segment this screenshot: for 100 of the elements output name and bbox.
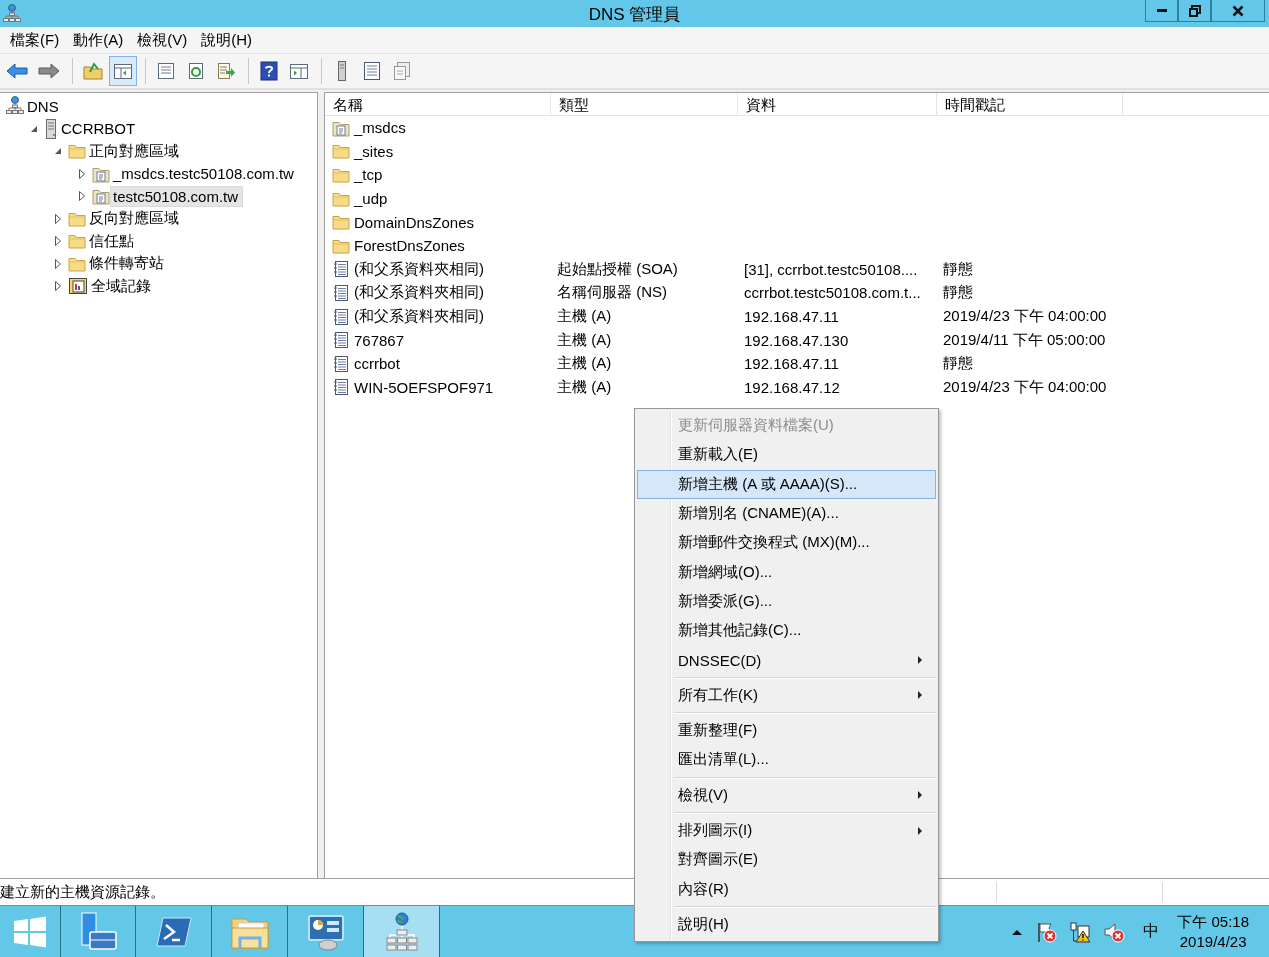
menu-item[interactable]: 內容(R)	[637, 874, 936, 904]
menu-item[interactable]: 新增其他記錄(C)...	[637, 616, 936, 646]
expand-arrow-icon[interactable]	[52, 212, 64, 225]
table-cell: 靜態	[943, 283, 973, 301]
input-method-indicator[interactable]: 中	[1143, 921, 1160, 942]
tree-item[interactable]: DNS	[24, 95, 64, 117]
minimize-button[interactable]	[1145, 0, 1178, 22]
menu-item[interactable]: 檢視(V)	[130, 28, 195, 52]
table-cell: 2019/4/23 下午 04:00:00	[943, 377, 1107, 395]
tree-item[interactable]: 反向對應區域	[86, 207, 184, 231]
menu-item[interactable]: 說明(H)	[194, 28, 259, 52]
tree-item[interactable]: 正向對應區域	[86, 139, 184, 163]
expand-arrow-icon[interactable]	[52, 235, 64, 248]
tree-item[interactable]: 全域記錄	[88, 274, 156, 298]
tree-item[interactable]: CCRRBOT	[58, 118, 141, 140]
folder-up-arrow-icon	[83, 62, 103, 80]
expand-arrow-icon[interactable]	[76, 190, 88, 203]
table-cell: 192.168.47.130	[744, 331, 849, 349]
table-cell: 靜態	[943, 354, 973, 372]
menu-item[interactable]: 新增主機 (A 或 AAAA)(S)...	[637, 469, 936, 499]
table-cell: 主機 (A)	[557, 330, 612, 348]
tree-item[interactable]: _msdcs.testc50108.com.tw	[110, 163, 299, 185]
table-cell[interactable]: DomainDnsZones	[354, 213, 475, 231]
network-warning-icon[interactable]	[1069, 920, 1092, 943]
table-cell[interactable]: _sites	[354, 142, 394, 160]
menu-item[interactable]: 重新整理(F)	[637, 715, 936, 746]
column-header[interactable]: 類型	[551, 93, 738, 115]
clock-time[interactable]: 下午 05:18	[1177, 911, 1249, 932]
table-cell: 2019/4/11 下午 05:00:00	[943, 330, 1106, 348]
menu-item[interactable]: 新增別名 (CNAME)(A)...	[637, 498, 936, 529]
table-cell: 起始點授權 (SOA)	[557, 259, 678, 277]
table-cell[interactable]: WIN-5OEFSPOF971	[354, 378, 494, 396]
window-title: DNS 管理員	[588, 4, 681, 26]
record-icon	[333, 378, 349, 397]
menu-item[interactable]: 重新載入(E)	[637, 440, 936, 470]
menu-item[interactable]: 所有工作(K)	[637, 680, 936, 710]
menu-item[interactable]: 匯出清單(L)...	[637, 745, 936, 775]
menu-item[interactable]: 新增委派(G)...	[637, 586, 936, 617]
server-manager-button[interactable]	[60, 906, 136, 957]
table-cell: 主機 (A)	[557, 307, 612, 325]
folder-icon	[332, 143, 350, 160]
table-cell[interactable]: _udp	[354, 190, 388, 208]
table-cell: 主機 (A)	[557, 354, 612, 372]
dns-manager-button[interactable]	[364, 906, 440, 957]
table-cell: 名稱伺服器 (NS)	[557, 283, 667, 301]
record-icon	[333, 331, 349, 350]
minimize-icon	[1156, 9, 1167, 12]
table-cell[interactable]: 767867	[354, 331, 405, 349]
table-cell[interactable]: ccrrbot	[354, 355, 400, 373]
table-cell[interactable]: ForestDnsZones	[354, 237, 465, 255]
expand-arrow-icon[interactable]	[52, 257, 64, 270]
table-cell[interactable]: _msdcs	[354, 119, 406, 137]
menu-item[interactable]: DNSSEC(D)	[637, 645, 936, 675]
refresh-icon	[186, 62, 206, 80]
expand-arrow-icon[interactable]	[76, 167, 88, 180]
folder-icon	[68, 255, 86, 272]
dns-icon	[6, 96, 24, 117]
table-cell: ccrrbot.testc50108.com.t...	[744, 284, 921, 302]
server-icon	[44, 118, 58, 139]
speaker-muted-icon[interactable]	[1103, 920, 1126, 943]
log-book-icon	[68, 277, 88, 296]
restore-icon	[1188, 4, 1201, 17]
folder-icon	[68, 210, 86, 227]
table-cell: 主機 (A)	[557, 377, 612, 395]
table-cell: 192.168.47.11	[744, 355, 839, 373]
tree-item[interactable]: 條件轉寄站	[86, 252, 169, 276]
folder-icon	[332, 190, 350, 207]
folder-icon	[332, 167, 350, 183]
menu-item[interactable]: 動作(A)	[66, 28, 131, 52]
tree-item[interactable]: 信任點	[86, 229, 139, 253]
table-cell[interactable]: _tcp	[354, 166, 383, 184]
table-cell: 192.168.47.11	[744, 308, 839, 326]
menu-item[interactable]: 檔案(F)	[3, 28, 67, 52]
right-arrow-icon	[38, 62, 60, 80]
restore-button[interactable]	[1178, 0, 1211, 22]
windows-logo-icon	[13, 915, 47, 948]
show-console-tree-button[interactable]	[109, 56, 137, 86]
list-icon	[363, 61, 381, 81]
column-header[interactable]: 時間戳記	[937, 93, 1123, 115]
server-icon	[336, 61, 348, 81]
column-header[interactable]: 資料	[738, 93, 937, 115]
menu-item[interactable]: 新增郵件交換程式 (MX)(M)...	[637, 528, 936, 558]
table-cell[interactable]: (和父系資料夾相同)	[354, 307, 484, 327]
close-button[interactable]	[1211, 0, 1265, 22]
menu-item[interactable]: 排列圖示(I)	[637, 815, 936, 846]
export-icon	[216, 62, 236, 80]
clock-date[interactable]: 2019/4/23	[1179, 931, 1247, 952]
flag-error-icon[interactable]	[1035, 920, 1058, 943]
menu-item[interactable]: 新增網域(O)...	[637, 557, 936, 587]
tree-item[interactable]: testc50108.com.tw	[110, 185, 244, 207]
table-cell[interactable]: (和父系資料夾相同)	[354, 283, 484, 303]
menu-item[interactable]: 對齊圖示(E)	[637, 845, 936, 875]
menu-item[interactable]: 說明(H)	[637, 909, 936, 940]
status-text: 建立新的主機資源記錄。	[0, 882, 165, 902]
menu-item[interactable]: 檢視(V)	[637, 780, 936, 810]
expand-arrow-icon[interactable]	[52, 280, 64, 293]
column-header[interactable]: 名稱	[325, 93, 551, 115]
folder-icon	[332, 237, 350, 254]
table-cell[interactable]: (和父系資料夾相同)	[354, 259, 484, 279]
app-icon	[3, 3, 21, 24]
